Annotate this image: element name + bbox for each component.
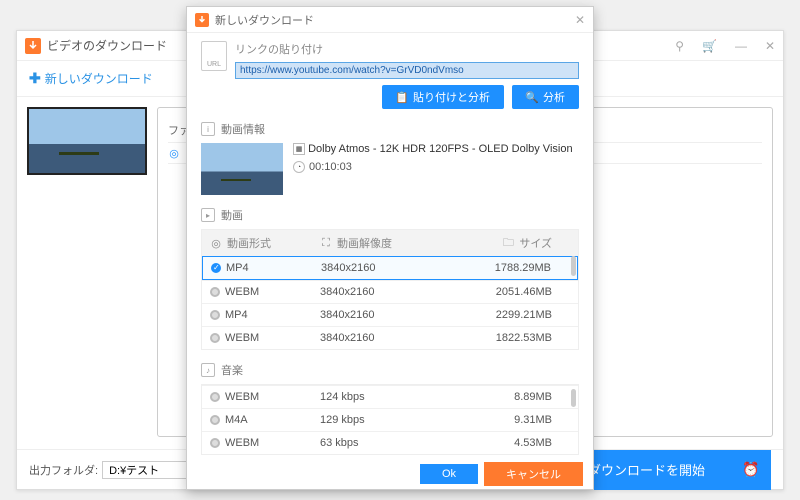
row-res: 129 kbps xyxy=(320,414,365,426)
dialog-close-button[interactable]: ✕ xyxy=(575,13,585,27)
radio-icon xyxy=(210,310,220,320)
row-format: MP4 xyxy=(225,309,248,321)
close-button[interactable]: ✕ xyxy=(765,39,775,53)
row-size: 2051.46MB xyxy=(496,286,552,298)
row-res: 124 kbps xyxy=(320,391,365,403)
table-row[interactable]: WEBM 3840x2160 2051.46MB xyxy=(202,280,578,303)
size-col-icon: 🗀 xyxy=(502,237,514,249)
col-size: サイズ xyxy=(519,235,552,251)
table-row[interactable]: MP4 3840x2160 1788.29MB xyxy=(202,256,578,280)
row-size: 2299.21MB xyxy=(496,309,552,321)
row-format: M4A xyxy=(225,414,248,426)
row-format: WEBM xyxy=(225,437,259,449)
section-video-label: 動画 xyxy=(221,207,243,223)
table-row[interactable]: M4A 129 kbps 9.31MB xyxy=(202,408,578,431)
dialog-titlebar: 新しいダウンロード ✕ xyxy=(187,7,593,33)
dialog-body: URL リンクの貼り付け 📋 貼り付けと分析 🔍 分析 i 動画情報 xyxy=(187,33,593,459)
row-format: MP4 xyxy=(226,262,249,274)
row-size: 4.53MB xyxy=(514,437,552,449)
new-download-label: 新しいダウンロード xyxy=(45,70,153,87)
toolbar-key-icon[interactable]: ⚲ xyxy=(675,39,684,53)
plus-icon: ✚ xyxy=(29,70,41,87)
thumbnail-list xyxy=(17,97,157,437)
row-res: 3840x2160 xyxy=(320,286,374,298)
analyze-button[interactable]: 🔍 分析 xyxy=(512,85,579,109)
paste-analyze-button[interactable]: 📋 貼り付けと分析 xyxy=(382,85,504,109)
clock-icon: ⏰ xyxy=(742,461,759,478)
dialog-logo-icon xyxy=(195,13,209,27)
row-format: WEBM xyxy=(225,391,259,403)
section-video: ▸ 動画 ◎ 動画形式 ⛶ 動画解像度 🗀 サイズ MP4 3840x2160 1788… xyxy=(201,207,579,350)
res-col-icon: ⛶ xyxy=(320,237,332,249)
radio-icon xyxy=(210,392,220,402)
film-icon: ▦ xyxy=(293,143,305,155)
radio-icon xyxy=(210,333,220,343)
paste-icon: 📋 xyxy=(396,91,408,103)
analyze-label: 分析 xyxy=(543,89,565,105)
radio-icon xyxy=(211,263,221,273)
search-icon: 🔍 xyxy=(526,91,538,103)
section-info-label: 動画情報 xyxy=(221,121,265,137)
col-format: 動画形式 xyxy=(227,235,271,251)
row-size: 9.31MB xyxy=(514,414,552,426)
row-format: WEBM xyxy=(225,286,259,298)
audio-scrollbar[interactable] xyxy=(571,389,576,407)
table-row[interactable]: WEBM 3840x2160 1822.53MB xyxy=(202,326,578,349)
url-input[interactable] xyxy=(235,62,579,79)
section-video-info: i 動画情報 ▦ Dolby Atmos - 12K HDR 120FPS - O… xyxy=(201,121,579,195)
info-thumbnail xyxy=(201,143,283,195)
row-res: 3840x2160 xyxy=(320,332,374,344)
music-icon: ♪ xyxy=(201,363,215,377)
minimize-button[interactable]: — xyxy=(735,39,747,53)
paste-label: リンクの貼り付け xyxy=(235,41,579,57)
row-res: 3840x2160 xyxy=(320,309,374,321)
output-folder-label: 出力フォルダ: xyxy=(29,462,98,478)
info-icon: i xyxy=(201,122,215,136)
row-res: 3840x2160 xyxy=(321,262,375,274)
audio-format-table: WEBM 124 kbps 8.89MB M4A 129 kbps 9.31MB… xyxy=(201,384,579,455)
clock-icon: ◔ xyxy=(293,161,305,173)
row-format: WEBM xyxy=(225,332,259,344)
video-thumbnail[interactable] xyxy=(27,107,147,175)
row-size: 8.89MB xyxy=(514,391,552,403)
video-title-text: Dolby Atmos - 12K HDR 120FPS - OLED Dolb… xyxy=(308,143,573,155)
cancel-button[interactable]: キャンセル xyxy=(484,462,583,486)
section-audio-label: 音楽 xyxy=(221,362,243,378)
table-header: ◎ 動画形式 ⛶ 動画解像度 🗀 サイズ xyxy=(202,230,578,256)
output-folder-input[interactable] xyxy=(102,461,192,479)
new-download-dialog: 新しいダウンロード ✕ URL リンクの貼り付け 📋 貼り付けと分析 🔍 分析 xyxy=(186,6,594,490)
dialog-title-text: 新しいダウンロード xyxy=(215,12,314,28)
new-download-button[interactable]: ✚ 新しいダウンロード xyxy=(29,70,153,87)
format-icon: ◎ xyxy=(168,147,180,159)
row-res: 63 kbps xyxy=(320,437,359,449)
table-row[interactable]: MP4 3840x2160 2299.21MB xyxy=(202,303,578,326)
table-row[interactable]: WEBM 124 kbps 8.89MB xyxy=(202,385,578,408)
toolbar-cart-icon[interactable]: 🛒 xyxy=(702,39,717,53)
main-title-text: ビデオのダウンロード xyxy=(47,37,167,54)
radio-icon xyxy=(210,415,220,425)
ok-button[interactable]: Ok xyxy=(420,464,478,484)
col-res: 動画解像度 xyxy=(337,235,392,251)
radio-icon xyxy=(210,287,220,297)
row-size: 1822.53MB xyxy=(496,332,552,344)
start-download-label: ダウンロードを開始 xyxy=(588,460,705,479)
url-icon: URL xyxy=(201,41,227,71)
schedule-button[interactable]: ⏰ xyxy=(731,450,771,490)
row-size: 1788.29MB xyxy=(495,262,551,274)
table-row[interactable]: WEBM 63 kbps 4.53MB xyxy=(202,431,578,454)
app-logo-icon xyxy=(25,38,41,54)
duration-text: 00:10:03 xyxy=(309,161,352,173)
video-scrollbar[interactable] xyxy=(571,256,576,276)
video-format-table: ◎ 動画形式 ⛶ 動画解像度 🗀 サイズ MP4 3840x2160 1788.29M… xyxy=(201,229,579,350)
radio-icon xyxy=(210,438,220,448)
video-icon: ▸ xyxy=(201,208,215,222)
format-col-icon: ◎ xyxy=(210,237,222,249)
paste-analyze-label: 貼り付けと分析 xyxy=(413,89,490,105)
dialog-footer: Ok キャンセル xyxy=(187,459,593,489)
section-audio: ♪ 音楽 WEBM 124 kbps 8.89MB M4A 129 kbps 9.… xyxy=(201,362,579,455)
